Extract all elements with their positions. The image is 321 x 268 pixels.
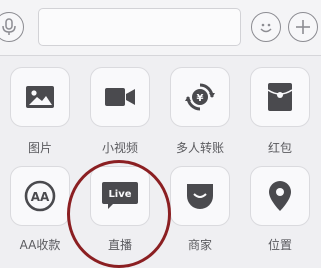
group-transfer-label: 多人转账 bbox=[175, 141, 224, 155]
shop-label: 商家 bbox=[187, 238, 212, 252]
more-functions-panel: 图片 小视频 ¥ 多人转账 红包 AA AA收款 Live 直播 商家 位置 bbox=[0, 56, 321, 268]
svg-text:¥: ¥ bbox=[197, 93, 204, 104]
red-packet-tile[interactable] bbox=[250, 67, 310, 127]
yuan-transfer-icon: ¥ bbox=[185, 83, 215, 111]
short-video-label: 小视频 bbox=[101, 141, 138, 155]
svg-text:AA: AA bbox=[31, 190, 50, 204]
shop-icon bbox=[187, 184, 213, 209]
emoji-button[interactable] bbox=[251, 12, 281, 42]
group-transfer-tile[interactable]: ¥ bbox=[170, 67, 230, 127]
red-packet-label: 红包 bbox=[267, 141, 292, 155]
red-envelope-icon bbox=[267, 83, 293, 111]
voice-button[interactable] bbox=[0, 12, 24, 42]
chat-input-bar bbox=[0, 0, 321, 56]
aa-collect-tile[interactable]: AA bbox=[10, 166, 70, 226]
microphone-icon bbox=[2, 18, 16, 35]
smiley-icon bbox=[260, 23, 272, 33]
location-label: 位置 bbox=[267, 238, 292, 252]
short-video-tile[interactable] bbox=[90, 67, 150, 127]
photo-tile[interactable] bbox=[10, 67, 70, 127]
video-camera-icon bbox=[105, 88, 135, 106]
location-pin-icon bbox=[269, 181, 291, 211]
message-input[interactable] bbox=[38, 8, 241, 46]
highlight-circle-annotation bbox=[67, 160, 171, 268]
more-plus-button[interactable] bbox=[288, 12, 318, 42]
location-tile[interactable] bbox=[250, 166, 310, 226]
plus-icon bbox=[296, 20, 310, 34]
photo-label: 图片 bbox=[27, 141, 52, 155]
aa-icon: AA bbox=[24, 180, 56, 212]
image-icon bbox=[26, 86, 54, 108]
aa-collect-label: AA收款 bbox=[19, 238, 61, 252]
shop-tile[interactable] bbox=[170, 166, 230, 226]
